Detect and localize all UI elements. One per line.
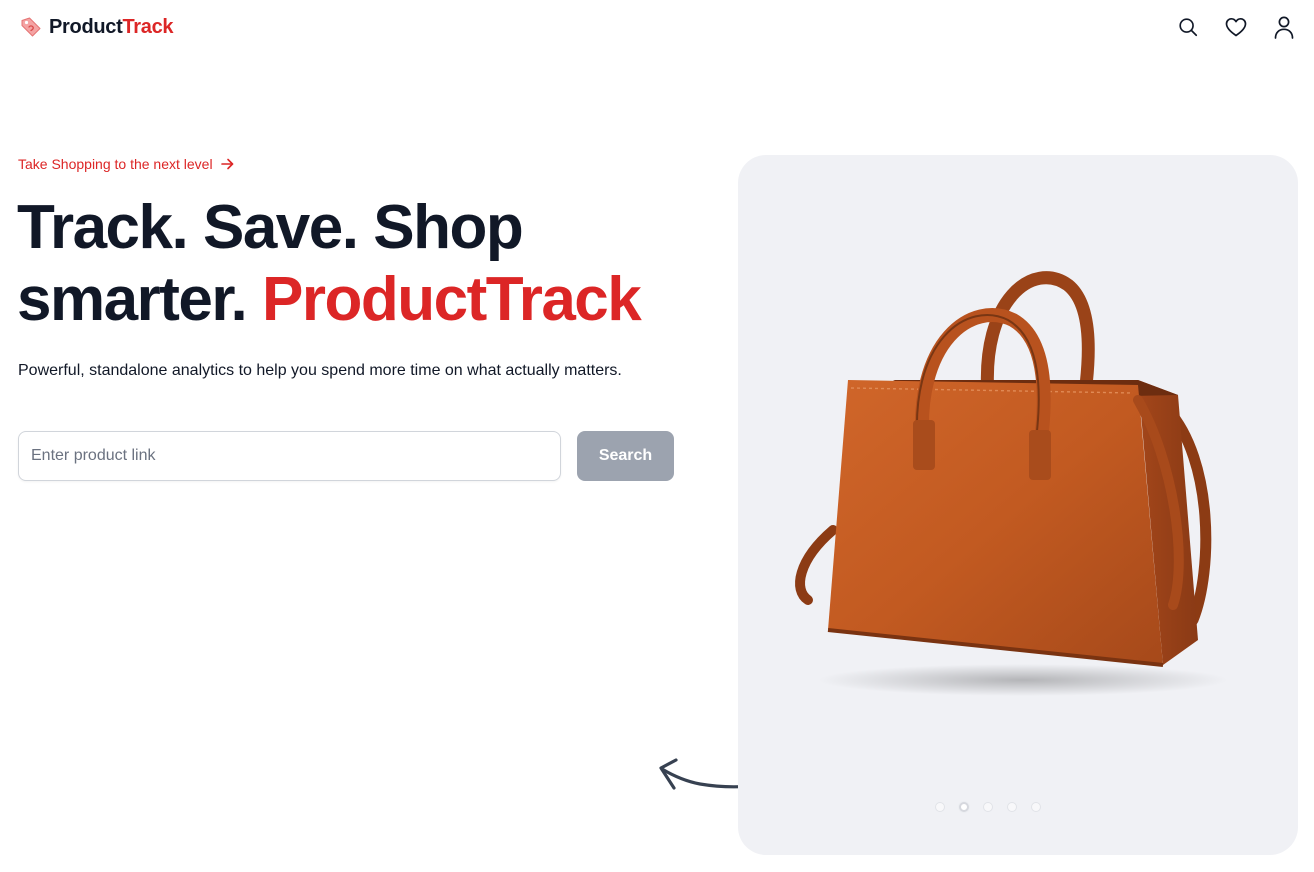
search-icon[interactable] [1176, 15, 1200, 39]
brand-name-part-1: Product [49, 15, 123, 38]
hero-headline: Track. Save. Shop smarter. ProductTrack [17, 192, 717, 336]
price-tag-icon [19, 15, 43, 39]
tagline-text: Take Shopping to the next level [18, 156, 213, 172]
search-button[interactable]: Search [577, 431, 674, 481]
brand-name-part-2: Track [122, 15, 174, 38]
user-icon[interactable] [1272, 15, 1296, 39]
carousel-dot[interactable] [935, 802, 945, 812]
brand-logo-link[interactable]: ProductTrack [19, 15, 174, 39]
headline-line-2-brand: ProductTrack [262, 265, 642, 334]
brand-name: ProductTrack [49, 15, 174, 39]
product-carousel[interactable] [738, 155, 1298, 855]
header-actions [1176, 15, 1296, 39]
carousel-pagination [738, 802, 1268, 812]
page: ProductTrack Take Shopping to the next l… [0, 0, 1314, 872]
product-link-input[interactable] [18, 431, 561, 481]
carousel-dot[interactable] [1007, 802, 1017, 812]
carousel-dot[interactable] [1031, 802, 1041, 812]
arrow-right-icon [220, 158, 234, 170]
top-nav: ProductTrack [0, 0, 1314, 54]
headline-line-1: Track. Save. Shop [17, 193, 524, 262]
tagline-link[interactable]: Take Shopping to the next level [18, 156, 234, 172]
carousel-dot-active[interactable] [959, 802, 969, 812]
heart-icon[interactable] [1224, 15, 1248, 39]
carousel-dot[interactable] [983, 802, 993, 812]
headline-line-2-dark: smarter. [17, 265, 248, 334]
hero-subtext: Powerful, standalone analytics to help y… [18, 362, 622, 379]
handbag-image [795, 271, 1228, 696]
